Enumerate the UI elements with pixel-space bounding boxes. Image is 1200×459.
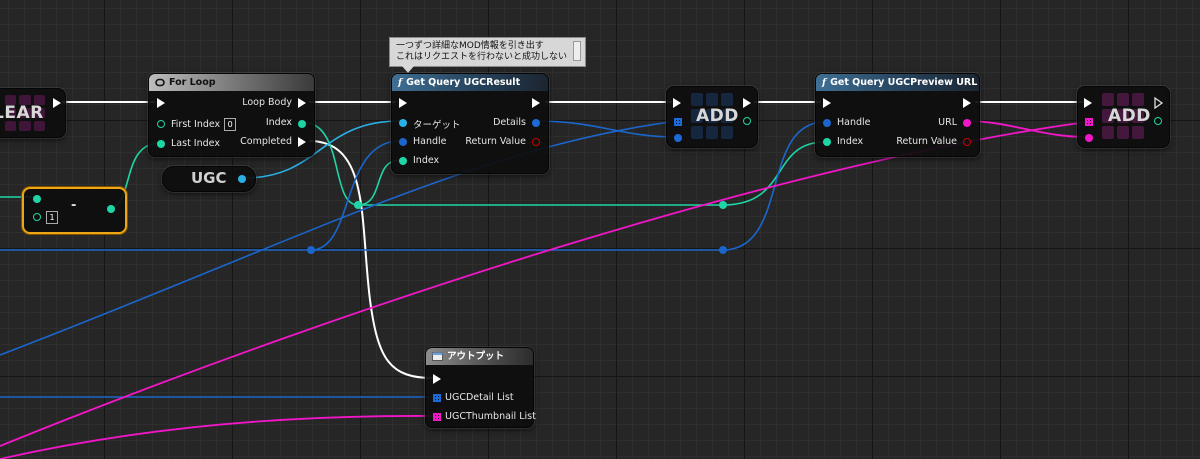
first-index-value[interactable]: 0 (224, 118, 237, 131)
subtract-literal[interactable]: 1 (46, 211, 58, 224)
for-loop-body-exec-out[interactable] (298, 98, 306, 108)
detail-list-label: UGCDetail List (445, 392, 514, 403)
ugc-out-pin[interactable] (238, 175, 246, 183)
add1-out-pin[interactable] (743, 117, 751, 125)
add-label-2: ADD (1108, 106, 1151, 126)
subtract-node[interactable]: 1 - (22, 187, 127, 234)
thumb-wire-output (0, 415, 434, 459)
subtract-operator: - (71, 198, 77, 213)
index-out-pin[interactable] (298, 120, 306, 128)
url-wire (965, 120, 1088, 138)
get-query-preview-url-header: f Get Query UGCPreview URL (816, 74, 979, 91)
function-icon: f (822, 77, 827, 88)
handle-in-label: Handle (413, 136, 447, 147)
add2-array-in-pin[interactable] (1085, 118, 1093, 126)
url-index-label: Index (837, 136, 864, 147)
url-out-label: URL (938, 117, 957, 128)
last-index-pin[interactable] (157, 140, 165, 148)
url-index-in-pin[interactable] (823, 138, 831, 146)
url-handle-in-pin[interactable] (823, 119, 831, 127)
get-query-ugc-result-header: f Get Query UGCResult (392, 74, 548, 91)
exec-wire-completed-to-output (308, 140, 434, 379)
index-out-label: Index (265, 117, 292, 128)
completed-label: Completed (240, 136, 292, 147)
reroute-handle-2 (719, 246, 727, 254)
target-pin[interactable] (399, 119, 407, 127)
return-value-pin[interactable] (532, 138, 540, 146)
add2-item-in-pin[interactable] (1085, 134, 1093, 142)
thumbnail-list-label: UGCThumbnail List (445, 411, 536, 422)
comment-line-1: 一つずつ詳細なMOD情報を引き出す (396, 41, 544, 51)
reroute-int-1 (354, 201, 362, 209)
index-in-pin[interactable] (399, 157, 407, 165)
add-node-2[interactable]: ADD (1077, 86, 1170, 148)
comment-bubble[interactable]: 一つずつ詳細なMOD情報を引き出す これはリクエストを行わないと成功しない (389, 37, 587, 73)
add2-out-pin[interactable] (1154, 117, 1162, 125)
comment-tail (402, 66, 414, 73)
handle-in-pin[interactable] (399, 138, 407, 146)
clear-label: LEAR (0, 103, 44, 123)
url-return-value-label: Return Value (896, 136, 957, 147)
loop-icon (155, 78, 165, 87)
subtract-in-a-pin[interactable] (33, 195, 41, 203)
output-exec-in[interactable] (433, 374, 441, 384)
first-index-text: First Index (171, 119, 221, 130)
for-loop-header: For Loop (149, 74, 314, 91)
for-loop-title: For Loop (169, 77, 216, 88)
return-value-label: Return Value (465, 136, 526, 147)
get-query-ugc-result-node[interactable]: f Get Query UGCResult ターゲット Details Handl… (391, 73, 549, 174)
url-out-pin[interactable] (963, 119, 971, 127)
add1-exec-in[interactable] (673, 98, 681, 108)
int-wire-index-to-result (301, 121, 401, 206)
ugc-result-exec-in[interactable] (399, 98, 407, 108)
add1-item-in-pin[interactable] (674, 134, 682, 142)
subtract-out-pin[interactable] (107, 205, 115, 213)
clear-node[interactable]: LEAR (0, 88, 66, 138)
first-index-label: First Index 0 (171, 118, 237, 131)
comment-scrollbar[interactable] (573, 41, 582, 61)
url-handle-label: Handle (837, 117, 871, 128)
details-label: Details (493, 117, 526, 128)
completed-exec-out[interactable] (298, 137, 306, 147)
add1-exec-out[interactable] (743, 98, 751, 108)
get-query-ugc-result-title: Get Query UGCResult (406, 77, 521, 88)
subtract-in-b-pin[interactable] (33, 213, 41, 221)
index-in-label: Index (413, 155, 440, 166)
ugc-result-exec-out[interactable] (532, 98, 540, 108)
output-header: アウトプット (426, 348, 533, 365)
add-node-1[interactable]: ADD (666, 86, 758, 148)
details-out-pin[interactable] (532, 119, 540, 127)
get-query-preview-url-title: Get Query UGCPreview URL (830, 77, 978, 88)
thumbnail-list-pin[interactable] (433, 413, 441, 421)
for-loop-exec-in[interactable] (157, 98, 165, 108)
add2-exec-in[interactable] (1084, 98, 1092, 108)
preview-url-exec-out[interactable] (963, 98, 971, 108)
add2-exec-out-icon (1154, 97, 1164, 109)
target-label: ターゲット (413, 120, 461, 131)
function-icon: f (398, 77, 403, 88)
last-index-label: Last Index (171, 138, 220, 149)
get-query-preview-url-node[interactable]: f Get Query UGCPreview URL Handle URL Ind… (815, 73, 980, 157)
url-return-value-pin[interactable] (963, 138, 971, 146)
loop-body-label: Loop Body (242, 97, 292, 108)
detail-list-pin[interactable] (433, 394, 441, 402)
reroute-int-2 (719, 201, 727, 209)
output-node[interactable]: アウトプット UGCDetail List UGCThumbnail List (425, 347, 536, 428)
output-title: アウトプット (447, 351, 505, 362)
ugc-variable-node[interactable]: UGC (162, 166, 256, 192)
output-icon (432, 352, 443, 361)
details-to-add (533, 120, 677, 138)
add-label-1: ADD (696, 106, 739, 126)
add1-array-in-pin[interactable] (674, 118, 682, 126)
comment-line-2: これはリクエストを行わないと成功しない (396, 52, 568, 62)
clear-exec-out[interactable] (53, 98, 61, 108)
ugc-variable-label: UGC (191, 169, 227, 187)
first-index-pin[interactable] (157, 120, 165, 128)
for-loop-node[interactable]: For Loop Loop Body First Index 0 Index La… (148, 73, 315, 157)
struct-wire-long (0, 121, 671, 356)
preview-url-exec-in[interactable] (823, 98, 831, 108)
reroute-handle-1 (307, 246, 315, 254)
wire-layer (0, 101, 1088, 459)
